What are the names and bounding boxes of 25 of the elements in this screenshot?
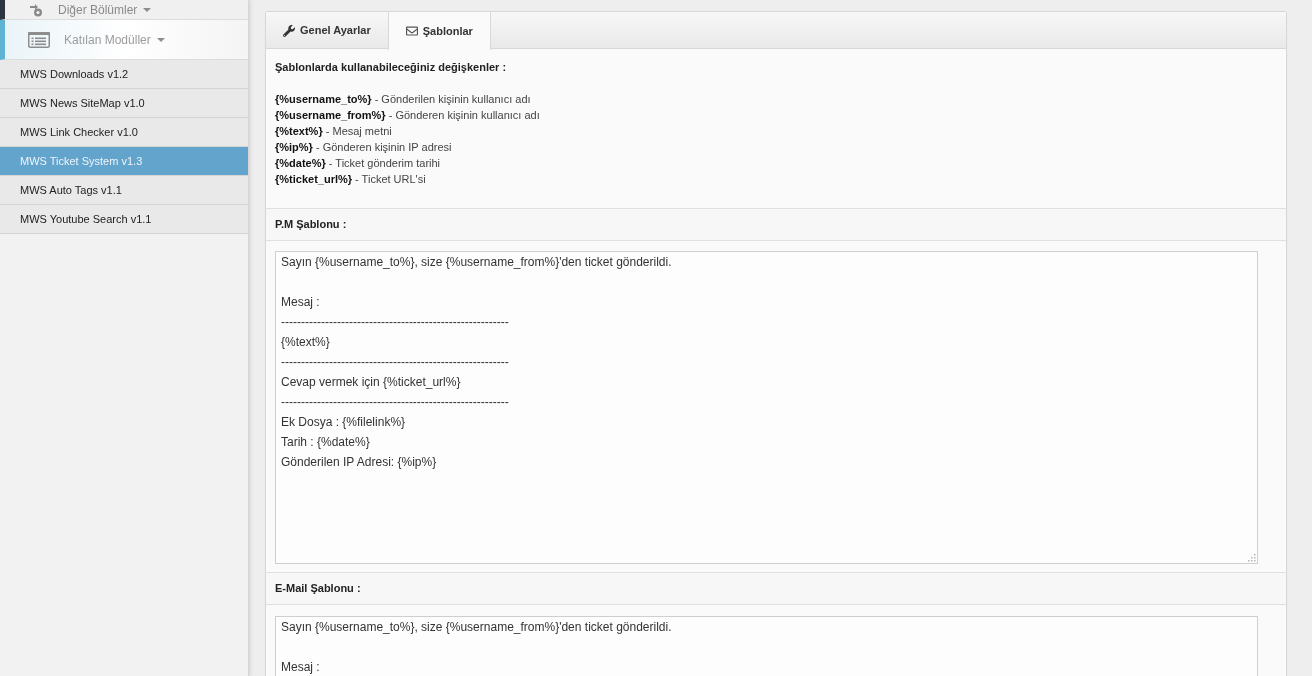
arrow-ring-icon — [28, 2, 44, 17]
section-header: E-Mail Şablonu : — [266, 572, 1286, 605]
module-item[interactable]: MWS Downloads v1.2 — [0, 60, 248, 89]
variable-description: {%text%} - Mesaj metni — [275, 124, 393, 139]
list-icon — [28, 31, 50, 48]
wrench-icon — [283, 24, 295, 37]
module-item[interactable]: MWS Link Checker v1.0 — [0, 118, 248, 147]
variables-title: Şablonlarda kullanabileceğiniz değişkenler : — [275, 60, 508, 75]
envelope-icon — [405, 25, 418, 37]
section-header: P.M Şablonu : — [266, 208, 1286, 241]
variable-description: {%username_from%} - Gönderen kişinin kullanıcı adı — [275, 108, 541, 123]
module-item[interactable]: MWS Youtube Search v1.1 — [0, 205, 248, 234]
tab[interactable]: Genel Ayarlar — [266, 12, 388, 49]
variable-description: {%ticket_url%} - Ticket URL'si — [275, 172, 427, 187]
module-item[interactable]: MWS Auto Tags v1.1 — [0, 176, 248, 205]
variable-description: {%username_to%} - Gönderilen kişinin kullanıcı adı — [275, 92, 532, 107]
template-textarea[interactable]: Sayın {%username_to%}, size {%username_from%}'den ticket gönderildi. Mesaj : — [275, 616, 1258, 676]
caret-icon — [156, 37, 165, 42]
variable-description: {%ip%} - Gönderen kişinin IP adresi — [275, 140, 453, 155]
variable-description: {%date%} - Ticket gönderim tarihi — [275, 156, 442, 171]
template-textarea[interactable]: Sayın {%username_to%}, size {%username_from%}'den ticket gönderildi. Mesaj : --------------------------------------------------------- {%text%} --------------------------------------------------------- Cevap vermek için {%ticket_url%} --------------------------------------------------------- Ek Dosya : {%filelink%} Tarih : {%date%} Gönderilen IP Adresi: {%ip%} — [275, 251, 1258, 564]
tab[interactable]: Şablonlar — [387, 12, 491, 50]
module-item[interactable]: MWS News SiteMap v1.0 — [0, 89, 248, 118]
resize-grip-icon — [1248, 554, 1256, 562]
caret-icon — [143, 7, 152, 12]
